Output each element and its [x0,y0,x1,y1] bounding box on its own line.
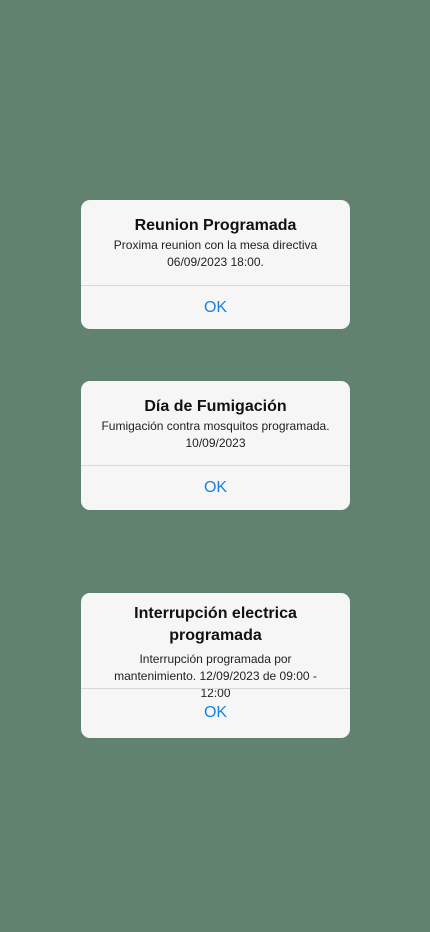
alert-title: Interrupción electrica programada [134,605,297,644]
alert-content: Día de Fumigación Fumigación contra mosq… [81,396,350,452]
alert-content: Reunion Programada Proxima reunion con l… [81,215,350,271]
screen: { "alerts": [ { "title": "Reunion Progra… [0,0,430,932]
alert-dialog-fumigation: Día de Fumigación Fumigación contra mosq… [81,381,350,510]
alert-message: Proxima reunion con la mesa directiva 06… [113,238,318,269]
ok-button[interactable]: OK [81,688,350,738]
alert-dialog-meeting: Reunion Programada Proxima reunion con l… [81,200,350,329]
ok-button[interactable]: OK [81,286,350,329]
alert-message: Fumigación contra mosquitos programada. … [101,419,330,450]
alert-title: Día de Fumigación [144,398,287,415]
alert-dialog-power-outage: Interrupción electrica programada Interr… [81,593,350,738]
ok-button[interactable]: OK [81,466,350,510]
alert-title: Reunion Programada [134,217,297,234]
